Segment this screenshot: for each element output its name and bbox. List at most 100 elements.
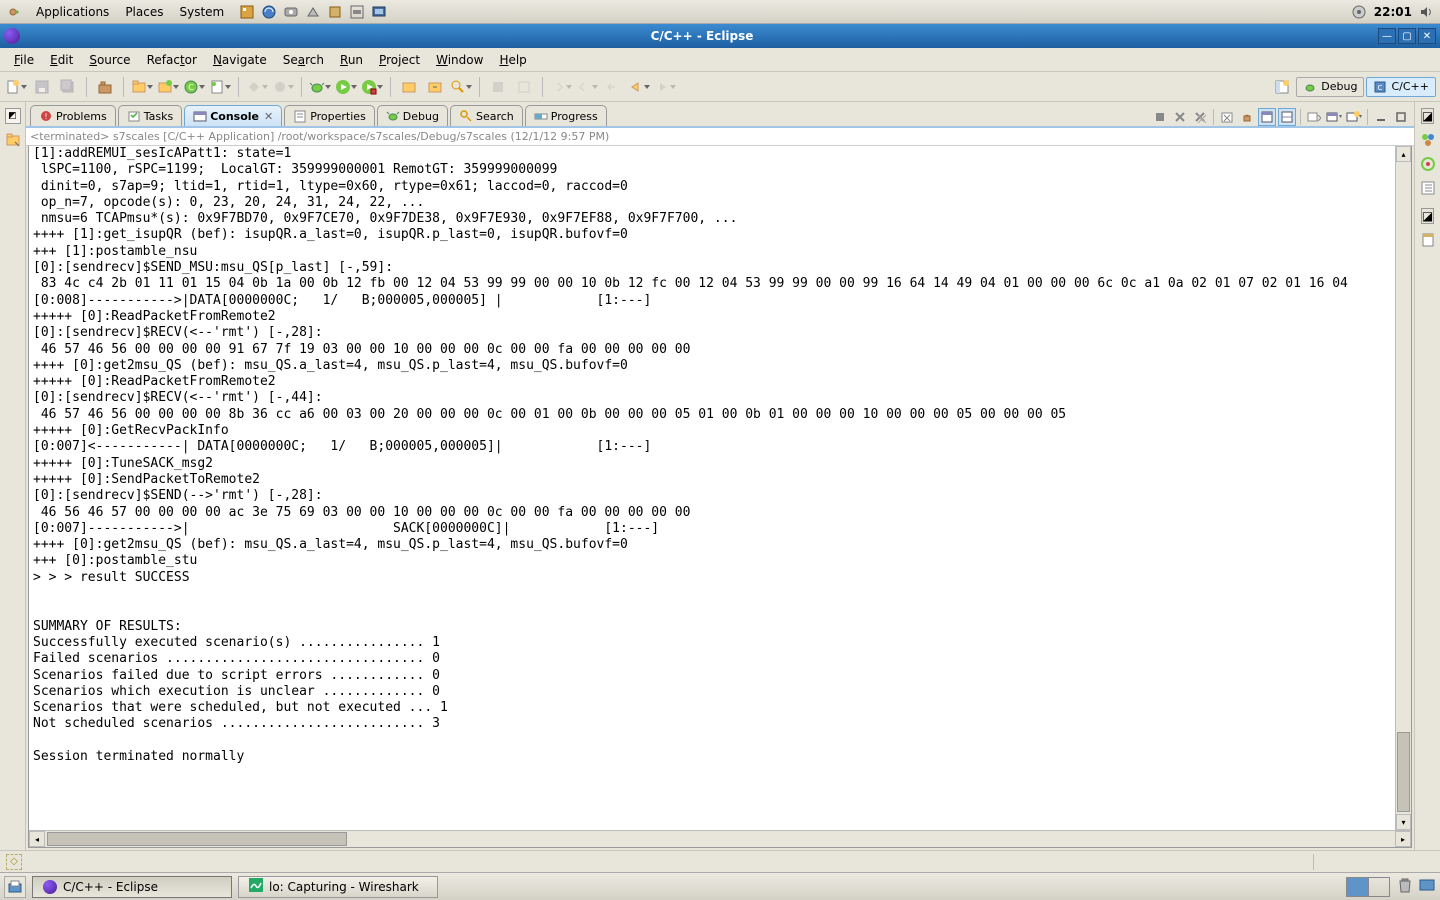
terminate-button[interactable] xyxy=(1151,108,1169,126)
outline-icon[interactable] xyxy=(1420,132,1436,148)
project-explorer-icon[interactable] xyxy=(5,132,21,151)
debug-button[interactable] xyxy=(308,76,332,98)
restore-left-icon[interactable]: ◩ xyxy=(5,108,21,124)
network-icon[interactable] xyxy=(1350,3,1368,21)
maximize-button[interactable]: ▢ xyxy=(1398,28,1416,44)
hscroll-thumb[interactable] xyxy=(47,832,347,846)
scroll-down-arrow[interactable]: ▾ xyxy=(1396,814,1411,830)
tab-search[interactable]: Search xyxy=(450,105,523,126)
console-vertical-scrollbar[interactable]: ▴ ▾ xyxy=(1395,146,1411,830)
menu-edit[interactable]: Edit xyxy=(42,50,81,70)
menu-source[interactable]: Source xyxy=(81,50,138,70)
launcher-icon-5[interactable] xyxy=(326,3,344,21)
window-titlebar[interactable]: C/C++ - Eclipse — ▢ ✕ xyxy=(0,24,1440,48)
display-selected-console-button[interactable] xyxy=(1305,108,1323,126)
menu-navigate[interactable]: Navigate xyxy=(205,50,275,70)
scroll-lock-button[interactable] xyxy=(1238,108,1256,126)
task-eclipse[interactable]: C/C++ - Eclipse xyxy=(32,876,232,898)
gnome-applications-menu[interactable]: Applications xyxy=(28,3,117,21)
launcher-icon-2[interactable] xyxy=(260,3,278,21)
scroll-up-arrow[interactable]: ▴ xyxy=(1396,146,1411,162)
forward-button xyxy=(653,76,677,98)
views-tab-row: ! Problems Tasks Console ✕ Properties xyxy=(26,102,1414,128)
tab-problems[interactable]: ! Problems xyxy=(30,105,116,126)
tab-debug[interactable]: Debug xyxy=(377,105,448,126)
scroll-right-arrow[interactable]: ▸ xyxy=(1395,831,1411,847)
vscroll-thumb[interactable] xyxy=(1397,732,1410,812)
svg-text:!: ! xyxy=(44,112,47,121)
new-project-button[interactable] xyxy=(130,76,154,98)
gnome-places-menu[interactable]: Places xyxy=(117,3,171,21)
perspective-cpp[interactable]: C C/C++ xyxy=(1366,77,1436,97)
remove-all-terminated-button[interactable] xyxy=(1191,108,1209,126)
remove-launch-button[interactable] xyxy=(1171,108,1189,126)
new-wizard-button[interactable] xyxy=(4,76,28,98)
launcher-icon-6[interactable] xyxy=(348,3,366,21)
open-type-button[interactable] xyxy=(397,76,421,98)
new-source-button[interactable] xyxy=(208,76,232,98)
search-tool-button[interactable] xyxy=(449,76,473,98)
close-button[interactable]: ✕ xyxy=(1418,28,1436,44)
task-wireshark[interactable]: lo: Capturing - Wireshark xyxy=(238,876,438,898)
open-console-button[interactable] xyxy=(1325,108,1343,126)
eclipse-toolbar: C Debug C C/C++ xyxy=(0,72,1440,102)
cheatsheet-icon[interactable] xyxy=(1420,232,1436,248)
launcher-icon-3[interactable] xyxy=(282,3,300,21)
tab-progress[interactable]: Progress xyxy=(525,105,607,126)
tab-tasks[interactable]: Tasks xyxy=(118,105,182,126)
console-output[interactable]: [1]:addREMUI_sesIcAPatt1: state=1 lSPC=1… xyxy=(29,146,1411,765)
restore-right-icon-1[interactable]: ◪ xyxy=(1421,108,1434,124)
new-folder-button[interactable] xyxy=(156,76,180,98)
menu-file[interactable]: File xyxy=(6,50,42,70)
menu-run[interactable]: Run xyxy=(332,50,371,70)
right-trim-stack: ◪ ◪ xyxy=(1414,102,1440,850)
restore-right-icon-2[interactable]: ◪ xyxy=(1421,208,1434,224)
clear-console-button[interactable] xyxy=(1218,108,1236,126)
svg-text:C: C xyxy=(188,83,194,92)
save-button xyxy=(30,76,54,98)
task-list-icon[interactable] xyxy=(1420,180,1436,196)
back-button[interactable] xyxy=(627,76,651,98)
tray-app-icon[interactable] xyxy=(1418,876,1436,897)
trash-icon[interactable] xyxy=(1396,876,1414,897)
gnome-clock[interactable]: 22:01 xyxy=(1368,5,1418,19)
maximize-view-button[interactable] xyxy=(1392,108,1410,126)
close-tab-icon[interactable]: ✕ xyxy=(264,110,273,123)
build-button[interactable] xyxy=(93,76,117,98)
tool-a xyxy=(245,76,269,98)
open-perspective-button[interactable] xyxy=(1270,76,1294,98)
menu-help[interactable]: Help xyxy=(491,50,534,70)
open-task-button[interactable] xyxy=(423,76,447,98)
new-class-button[interactable]: C xyxy=(182,76,206,98)
console-header: <terminated> s7scales [C/C++ Application… xyxy=(26,128,1414,146)
volume-icon[interactable] xyxy=(1418,3,1436,21)
show-console-button[interactable] xyxy=(1278,108,1296,126)
distro-icon[interactable] xyxy=(4,4,28,20)
workspace-switcher[interactable] xyxy=(1346,877,1390,897)
run-button[interactable] xyxy=(334,76,358,98)
launcher-icon-1[interactable] xyxy=(238,3,256,21)
menu-refactor[interactable]: Refactor xyxy=(139,50,205,70)
scroll-left-arrow[interactable]: ◂ xyxy=(29,831,45,847)
new-console-view-button[interactable] xyxy=(1345,108,1363,126)
minimize-button[interactable]: — xyxy=(1378,28,1396,44)
launcher-icon-7[interactable] xyxy=(370,3,388,21)
menu-search[interactable]: Search xyxy=(275,50,332,70)
gnome-system-menu[interactable]: System xyxy=(171,3,232,21)
ext-tools-button[interactable] xyxy=(360,76,384,98)
tip-icon[interactable]: ◇ xyxy=(6,854,22,870)
console-horizontal-scrollbar[interactable]: ◂ ▸ xyxy=(29,830,1411,847)
tab-properties[interactable]: Properties xyxy=(284,105,375,126)
menu-project[interactable]: Project xyxy=(371,50,428,70)
minimize-view-button[interactable] xyxy=(1372,108,1390,126)
show-desktop-button[interactable] xyxy=(4,876,26,898)
toggle-mark-button xyxy=(486,76,510,98)
perspective-debug[interactable]: Debug xyxy=(1296,77,1364,97)
tab-console[interactable]: Console ✕ xyxy=(184,105,282,126)
pin-console-button[interactable] xyxy=(1258,108,1276,126)
menu-window[interactable]: Window xyxy=(428,50,491,70)
eclipse-app-icon xyxy=(4,28,20,44)
next-annotation-button xyxy=(549,76,573,98)
make-target-icon[interactable] xyxy=(1420,156,1436,172)
launcher-icon-4[interactable] xyxy=(304,3,322,21)
